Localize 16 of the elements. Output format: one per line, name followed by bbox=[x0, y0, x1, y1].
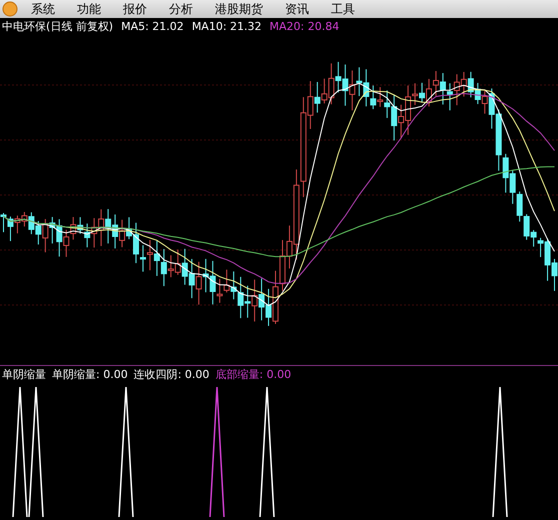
menu-item[interactable]: 报价 bbox=[114, 0, 156, 18]
menu-item[interactable]: 资讯 bbox=[276, 0, 318, 18]
menu-item[interactable]: 港股期货 bbox=[206, 0, 272, 18]
indicator-reading: MA5: 21.02 bbox=[121, 20, 184, 33]
menu-item[interactable]: 系统 bbox=[22, 0, 64, 18]
indicator-reading: MA20: 20.84 bbox=[270, 20, 340, 33]
menu-item[interactable]: 功能 bbox=[68, 0, 110, 18]
menu-item[interactable]: 工具 bbox=[322, 0, 364, 18]
app-logo-icon[interactable] bbox=[2, 1, 18, 17]
indicator-reading: 连收四阴: 0.00 bbox=[134, 367, 210, 382]
indicator-reading: 单阴缩量: 0.00 bbox=[52, 367, 128, 382]
indicator-reading: 底部缩量: 0.00 bbox=[215, 367, 292, 382]
stock-title: 中电环保(日线 前复权) bbox=[2, 19, 114, 34]
indicator-name: 单阴缩量 bbox=[2, 367, 46, 382]
indicator-reading: MA10: 21.32 bbox=[192, 20, 262, 33]
menu-item[interactable]: 分析 bbox=[160, 0, 202, 18]
